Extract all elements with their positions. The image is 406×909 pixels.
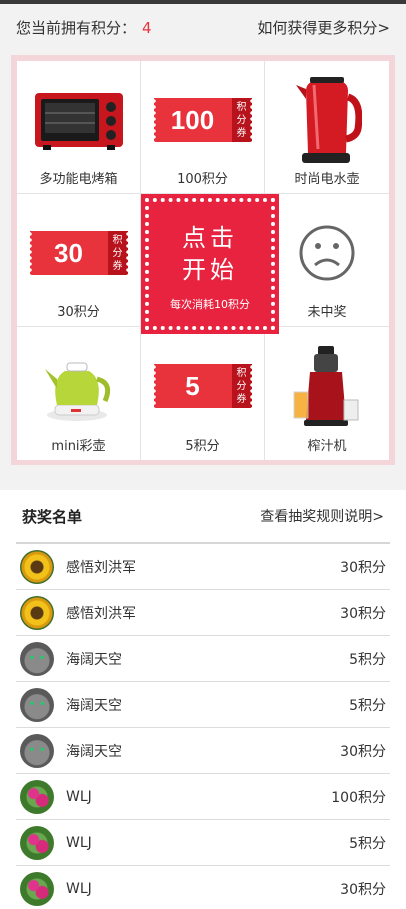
prize-label: 榨汁机 <box>307 439 347 454</box>
coupon-tag-char: 分 <box>236 114 247 126</box>
winner-name: WLJ <box>66 834 92 851</box>
list-item: WLJ 5积分 <box>16 820 390 866</box>
winner-name: 感悟刘洪军 <box>66 559 136 576</box>
winner-name: 海阔天空 <box>66 743 122 760</box>
coupon-tag-char: 券 <box>236 393 247 405</box>
coupon-tag-char: 券 <box>236 127 247 139</box>
winners-header: 获奖名单 查看抽奖规则说明> <box>16 490 390 544</box>
coupon-container: 5 积分券 <box>141 341 264 431</box>
avatar <box>20 825 54 860</box>
coupon-tag-char: 积 <box>112 234 123 246</box>
prize-label: mini彩壶 <box>51 439 106 454</box>
mini-kettle-icon <box>17 341 140 431</box>
coupon-icon: 100 积分券 <box>151 98 254 142</box>
winner-name: WLJ <box>66 880 92 897</box>
start-button-label: 点击 开始 <box>141 222 279 286</box>
start-label-line2: 开始 <box>182 256 238 284</box>
prize-cell-100-points: 100 积分券 100积分 <box>141 61 265 194</box>
winner-points: 30积分 <box>340 559 386 576</box>
coupon-tag: 积分券 <box>231 364 252 408</box>
list-item: WLJ 100积分 <box>16 774 390 820</box>
list-item: 海阔天空 5积分 <box>16 682 390 728</box>
coupon-tag-char: 积 <box>236 367 247 379</box>
kettle-icon <box>265 75 389 165</box>
winner-name: 海阔天空 <box>66 697 122 714</box>
winner-points: 5积分 <box>349 835 386 852</box>
winner-name: WLJ <box>66 788 92 805</box>
prize-label: 未中奖 <box>307 305 347 320</box>
avatar <box>20 687 54 722</box>
points-summary: 您当前拥有积分： 4 <box>16 17 152 38</box>
winner-name: 感悟刘洪军 <box>66 605 136 622</box>
prize-cell-no-prize: 未中奖 <box>265 194 389 327</box>
prize-cell-kettle: 时尚电水壶 <box>265 61 389 194</box>
winner-name: 海阔天空 <box>66 651 122 668</box>
points-value: 4 <box>142 18 152 37</box>
avatar <box>20 549 54 584</box>
start-draw-button[interactable]: 点击 开始 每次消耗10积分 <box>141 194 279 334</box>
coupon-tag: 积分券 <box>231 98 252 142</box>
list-item: 海阔天空 30积分 <box>16 728 390 774</box>
rules-link[interactable]: 查看抽奖规则说明> <box>260 506 384 526</box>
coupon-amount: 5 <box>185 370 200 401</box>
coupon-tag-char: 券 <box>112 260 123 272</box>
avatar <box>20 871 54 906</box>
coupon-icon: 30 积分券 <box>27 231 130 275</box>
winners-panel: 获奖名单 查看抽奖规则说明> 感悟刘洪军 30积分 感悟刘洪军 30积分 海阔天空 5… <box>0 490 406 909</box>
lottery-board: 多功能电烤箱 100 积分券 100积分 时尚电水壶 30 积 分 券 30积分… <box>11 55 395 465</box>
coupon-icon: 5 积分券 <box>151 364 254 408</box>
winner-points: 5积分 <box>349 697 386 714</box>
prize-label: 100积分 <box>177 172 228 187</box>
winner-points: 5积分 <box>349 651 386 668</box>
prize-cell-5-points: 5 积分券 5积分 <box>141 327 265 460</box>
draw-cost-text: 每次消耗10积分 <box>170 298 250 311</box>
winner-points: 30积分 <box>340 743 386 760</box>
list-item: 感悟刘洪军 30积分 <box>16 590 390 636</box>
prize-label: 多功能电烤箱 <box>39 172 118 187</box>
prize-cell-juicer: 榨汁机 <box>265 327 389 460</box>
coupon-container: 30 积分券 <box>17 208 140 298</box>
prize-grid: 多功能电烤箱 100 积分券 100积分 时尚电水壶 30 积 分 券 30积分… <box>17 61 389 460</box>
coupon-tag-char: 分 <box>236 380 247 392</box>
prize-label: 时尚电水壶 <box>294 172 360 187</box>
coupon-amount: 100 <box>170 104 215 135</box>
prize-label: 30积分 <box>57 305 100 320</box>
winner-points: 30积分 <box>340 881 386 898</box>
winner-points: 30积分 <box>340 605 386 622</box>
coupon-container: 100 积分券 <box>141 75 264 165</box>
avatar <box>20 779 54 814</box>
coupon-tag-char: 分 <box>112 247 123 259</box>
list-item: WLJ 30积分 <box>16 866 390 909</box>
prize-cell-mini-kettle: mini彩壶 <box>17 327 141 460</box>
start-label-line1: 点击 <box>182 224 238 252</box>
avatar <box>20 641 54 676</box>
coupon-amount: 30 <box>54 237 83 268</box>
points-label: 您当前拥有积分： <box>16 18 137 37</box>
winners-list: 感悟刘洪军 30积分 感悟刘洪军 30积分 海阔天空 5积分 海阔天空 5积分 海阔天空… <box>0 544 406 909</box>
juicer-icon <box>265 341 389 431</box>
earn-more-link[interactable]: 如何获得更多积分> <box>257 17 390 38</box>
coupon-tag: 积分券 <box>107 231 128 275</box>
prize-cell-30-points: 30 积分券 30积分 <box>17 194 141 327</box>
winner-points: 100积分 <box>331 789 386 806</box>
list-item: 海阔天空 5积分 <box>16 636 390 682</box>
list-item: 感悟刘洪军 30积分 <box>16 544 390 590</box>
oven-icon <box>17 75 140 165</box>
points-bar: 您当前拥有积分： 4 如何获得更多积分> <box>0 4 406 50</box>
avatar <box>20 595 54 630</box>
prize-label: 5积分 <box>185 439 220 454</box>
avatar <box>20 733 54 768</box>
coupon-tag-char: 积 <box>236 101 247 113</box>
winners-title: 获奖名单 <box>22 507 83 526</box>
prize-cell-oven: 多功能电烤箱 <box>17 61 141 194</box>
sad-face-icon <box>265 208 389 298</box>
